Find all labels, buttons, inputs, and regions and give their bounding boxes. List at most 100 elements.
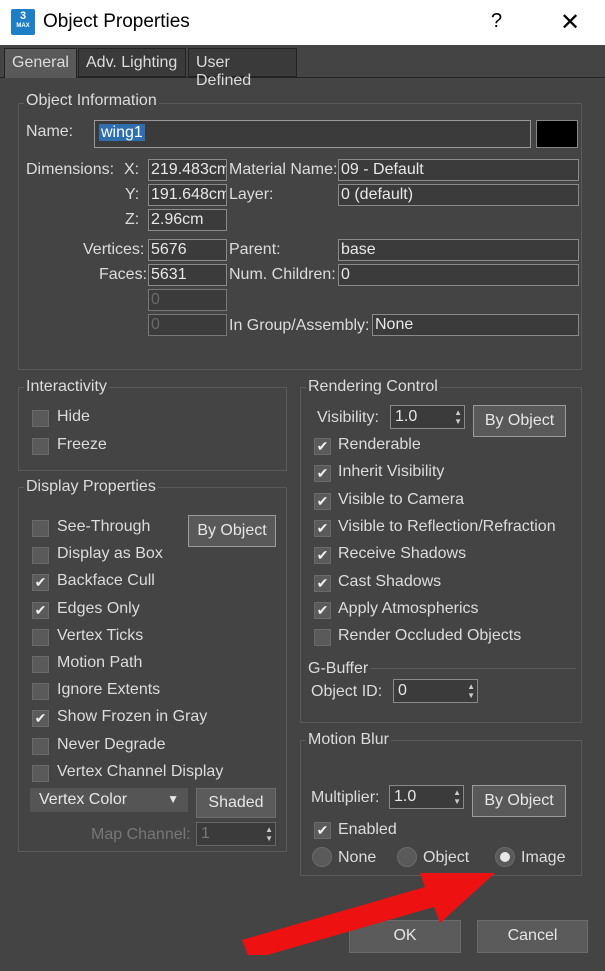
display-label: Backface Cull — [57, 572, 155, 590]
display-label: Vertex Ticks — [57, 626, 144, 644]
object-id-spinner[interactable]: 0 ▲ ▼ — [393, 679, 478, 703]
enabled-checkbox[interactable]: ✔ — [314, 822, 331, 839]
rendering-label: Apply Atmospherics — [338, 599, 479, 617]
dimensions-label: Dimensions: — [26, 161, 115, 178]
display-label: Never Degrade — [57, 735, 166, 753]
display-checkbox[interactable] — [32, 628, 49, 646]
rendering-label: Visible to Reflection/Refraction — [338, 517, 556, 535]
rendering-label: Renderable — [338, 436, 421, 453]
display-properties-title: Display Properties — [24, 478, 158, 496]
rendering-label: Receive Shadows — [338, 545, 467, 563]
rendering-checkbox[interactable]: ✔ — [314, 438, 331, 455]
z-dimension-field: 2.96cm — [148, 209, 227, 231]
tab-user-defined[interactable]: User Defined — [188, 48, 297, 89]
interactivity-group — [18, 387, 287, 471]
layer-field: 0 (default) — [338, 184, 579, 206]
map-channel-label: Map Channel: — [91, 826, 191, 843]
interactivity-label: Hide — [57, 408, 90, 425]
title-bar: 3 MAX Object Properties ? ✕ — [0, 0, 605, 45]
display-label: See-Through — [57, 518, 151, 535]
display-by-object-button[interactable]: By Object — [188, 515, 276, 547]
rendering-checkbox[interactable]: ✔ — [314, 519, 331, 537]
rendering-checkbox[interactable]: ✔ — [314, 601, 331, 619]
parent-field: base — [338, 239, 579, 261]
rendering-label: Visible to Camera — [338, 490, 464, 508]
arrow-shape — [242, 873, 495, 955]
interactivity-checkbox[interactable] — [32, 438, 49, 455]
display-checkbox[interactable] — [32, 520, 49, 537]
faces-label: Faces: — [99, 266, 148, 283]
name-input[interactable]: wing1 — [94, 120, 531, 148]
extra-field-2: 0 — [148, 314, 227, 336]
vertices-label: Vertices: — [83, 241, 145, 258]
x-label: X: — [124, 161, 140, 178]
vertices-field: 5676 — [148, 239, 227, 261]
app-logo-icon: 3 MAX — [11, 9, 35, 35]
interactivity-title: Interactivity — [24, 378, 109, 396]
display-checkbox[interactable]: ✔ — [32, 710, 49, 728]
rendering-control-title: Rendering Control — [306, 378, 440, 396]
name-label: Name: — [26, 123, 74, 140]
display-label: Motion Path — [57, 654, 143, 671]
rendering-by-object-button[interactable]: By Object — [473, 405, 566, 437]
display-checkbox[interactable] — [32, 737, 49, 755]
display-checkbox[interactable] — [32, 683, 49, 701]
y-label: Y: — [125, 186, 140, 203]
rendering-checkbox[interactable]: ✔ — [314, 465, 331, 483]
close-icon[interactable]: ✕ — [560, 8, 580, 37]
g-buffer-title: G-Buffer — [306, 660, 371, 678]
chevron-down-icon: ▼ — [167, 792, 179, 806]
window-title: Object Properties — [43, 11, 190, 32]
object-color-swatch[interactable] — [536, 120, 578, 148]
layer-label: Layer: — [229, 186, 274, 203]
display-checkbox[interactable] — [32, 764, 49, 782]
rendering-label: Cast Shadows — [338, 572, 442, 590]
display-label: Ignore Extents — [57, 681, 161, 699]
z-label: Z: — [125, 211, 140, 228]
display-label: Edges Only — [57, 599, 140, 617]
map-channel-spinner: 1 ▲ ▼ — [196, 822, 276, 846]
in-group-field: None — [372, 314, 579, 336]
multiplier-spinner[interactable]: 1.0 ▲ ▼ — [389, 785, 464, 809]
help-button[interactable]: ? — [491, 10, 502, 33]
object-information-title: Object Information — [24, 92, 159, 110]
tab-adv-lighting[interactable]: Adv. Lighting — [78, 48, 186, 77]
display-checkbox[interactable] — [32, 656, 49, 673]
rendering-label: Inherit Visibility — [338, 463, 445, 481]
display-label: Vertex Channel Display — [57, 762, 224, 780]
num-children-label: Num. Children: — [229, 266, 336, 283]
rendering-label: Render Occluded Objects — [338, 627, 522, 645]
faces-field: 5631 — [148, 264, 227, 286]
num-children-field: 0 — [338, 264, 579, 286]
display-checkbox[interactable] — [32, 547, 49, 565]
rendering-checkbox[interactable]: ✔ — [314, 547, 331, 565]
motion-blur-title: Motion Blur — [306, 731, 391, 749]
extra-field-1: 0 — [148, 289, 227, 311]
display-label: Display as Box — [57, 545, 163, 563]
shaded-button[interactable]: Shaded — [196, 788, 276, 818]
visibility-spinner[interactable]: 1.0 ▲ ▼ — [390, 405, 465, 429]
rendering-checkbox[interactable] — [314, 629, 331, 647]
y-dimension-field: 191.648cm — [148, 184, 227, 206]
annotation-arrow-icon — [242, 873, 495, 955]
display-label: Show Frozen in Gray — [57, 708, 208, 726]
interactivity-label: Freeze — [57, 436, 107, 453]
display-checkbox[interactable]: ✔ — [32, 601, 49, 619]
display-checkbox[interactable]: ✔ — [32, 574, 49, 592]
multiplier-label: Multiplier: — [311, 789, 380, 806]
rendering-checkbox[interactable]: ✔ — [314, 492, 331, 510]
enabled-label: Enabled — [338, 821, 397, 838]
interactivity-checkbox[interactable] — [32, 410, 49, 427]
in-group-label: In Group/Assembly: — [229, 317, 370, 334]
x-dimension-field: 219.483cm — [148, 159, 227, 181]
radio-image-label: Image — [521, 849, 566, 866]
material-name-label: Material Name: — [229, 161, 338, 178]
vertex-color-dropdown[interactable]: Vertex Color ▼ — [30, 788, 188, 812]
object-id-label: Object ID: — [311, 683, 383, 700]
material-name-field: 09 - Default — [338, 159, 579, 181]
visibility-label: Visibility: — [317, 409, 379, 426]
rendering-checkbox[interactable]: ✔ — [314, 574, 331, 592]
tab-general[interactable]: General — [4, 48, 77, 78]
motion-blur-by-object-button[interactable]: By Object — [472, 785, 566, 817]
parent-label: Parent: — [229, 241, 281, 258]
